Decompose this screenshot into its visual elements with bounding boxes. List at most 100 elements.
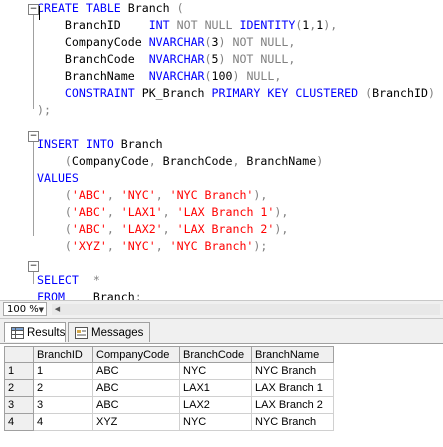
code-token: 'NYC'	[120, 188, 156, 202]
table-cell[interactable]: XYZ	[92, 413, 180, 431]
code-line[interactable]: );	[37, 102, 51, 119]
table-cell[interactable]: 2	[33, 379, 93, 397]
table-cell[interactable]: ABC	[92, 379, 180, 397]
code-line[interactable]: (CompanyCode, BranchCode, BranchName)	[37, 153, 323, 170]
code-token: (	[64, 205, 72, 219]
code-token: 'ABC'	[71, 205, 107, 219]
col-header-branchname[interactable]: BranchName	[251, 346, 334, 363]
code-line[interactable]: ('ABC', 'LAX2', 'LAX Branch 2'),	[37, 221, 288, 238]
code-token: INSERT	[37, 137, 79, 151]
table-cell[interactable]: LAX Branch 2	[251, 396, 334, 414]
row-number[interactable]: 1	[4, 362, 34, 380]
code-token: *	[92, 273, 100, 287]
code-token: KEY	[267, 86, 289, 100]
code-line[interactable]: CompanyCode NVARCHAR(3) NOT NULL,	[37, 34, 295, 51]
table-cell[interactable]: NYC	[179, 362, 252, 380]
code-token: 'LAX2'	[120, 222, 163, 236]
col-header-branchcode[interactable]: BranchCode	[179, 346, 252, 363]
row-number[interactable]: 2	[4, 379, 34, 397]
grid-icon	[11, 327, 24, 339]
code-token: ),	[274, 222, 289, 236]
zoom-value: 100 %	[7, 304, 39, 315]
code-token: TABLE	[85, 1, 121, 15]
table-cell[interactable]: ABC	[92, 396, 180, 414]
code-token: CREATE	[37, 1, 79, 15]
table-cell[interactable]: LAX1	[179, 379, 252, 397]
table-cell[interactable]: ABC	[92, 362, 180, 380]
code-token: BranchID	[37, 18, 149, 32]
code-token: ,	[155, 188, 163, 202]
row-number[interactable]: 3	[4, 396, 34, 414]
table-cell[interactable]: 4	[33, 413, 93, 431]
tab-messages[interactable]: Messages	[68, 322, 150, 342]
table-row[interactable]: 3 3 ABC LAX2 LAX Branch 2	[4, 396, 334, 414]
code-token: BranchName	[239, 154, 317, 168]
code-token: ,	[106, 188, 114, 202]
code-line[interactable]: CONSTRAINT PK_Branch PRIMARY KEY CLUSTER…	[37, 85, 435, 102]
code-token: NOT	[232, 35, 254, 49]
code-line[interactable]: CREATE TABLE Branch (	[37, 0, 184, 17]
fold-guide	[33, 15, 34, 109]
code-token: BranchID	[372, 86, 428, 100]
code-line[interactable]: ('XYZ', 'NYC', 'NYC Branch');	[37, 238, 267, 255]
code-token: (	[204, 52, 212, 66]
code-token: ,	[162, 222, 170, 236]
code-token: ,	[288, 52, 296, 66]
code-line[interactable]: INSERT INTO Branch	[37, 136, 163, 153]
code-token: 'NYC Branch'	[169, 239, 254, 253]
code-line[interactable]: BranchID INT NOT NULL IDENTITY(1,1),	[37, 17, 337, 34]
code-line[interactable]: VALUES	[37, 170, 79, 187]
table-cell[interactable]: LAX2	[179, 396, 252, 414]
table-row[interactable]: 1 1 ABC NYC NYC Branch	[4, 362, 334, 380]
code-token: CLUSTERED	[295, 86, 359, 100]
code-token: NULL	[246, 69, 275, 83]
collapse-select-icon[interactable]: −	[28, 261, 39, 272]
code-line[interactable]: SELECT *	[37, 272, 100, 289]
zoom-dropdown[interactable]: 100 % ▼	[3, 302, 47, 316]
scroll-left-icon[interactable]: ◀	[52, 304, 63, 315]
sql-editor[interactable]: CREATE TABLE Branch ( BranchID INT NOT N…	[0, 0, 443, 304]
code-token: 'LAX1'	[120, 205, 163, 219]
code-line[interactable]: ('ABC', 'NYC', 'NYC Branch'),	[37, 187, 267, 204]
code-token: 'LAX Branch 1'	[176, 205, 275, 219]
table-cell[interactable]: NYC Branch	[251, 413, 334, 431]
collapse-insert-icon[interactable]: −	[28, 131, 39, 142]
header-row: BranchID CompanyCode BranchCode BranchNa…	[4, 346, 334, 363]
tab-results-label: Results	[27, 327, 66, 339]
table-cell[interactable]: LAX Branch 1	[251, 379, 334, 397]
code-token: NULL	[260, 35, 289, 49]
code-token: );	[253, 239, 268, 253]
collapse-create-icon[interactable]: −	[28, 4, 39, 15]
table-cell[interactable]: NYC	[179, 413, 252, 431]
horizontal-scrollbar[interactable]: ◀	[52, 304, 440, 315]
code-token: ,	[162, 205, 170, 219]
table-row[interactable]: 4 4 XYZ NYC NYC Branch	[4, 413, 334, 431]
code-token: 5	[211, 52, 219, 66]
table-cell[interactable]: 1	[33, 362, 93, 380]
code-token: 'NYC'	[120, 239, 156, 253]
tab-results[interactable]: Results	[4, 322, 66, 342]
code-token: NOT	[232, 52, 254, 66]
results-tabstrip: Results Messages	[0, 319, 443, 344]
row-number[interactable]: 4	[4, 413, 34, 431]
col-header-branchid[interactable]: BranchID	[33, 346, 93, 363]
code-line[interactable]: BranchCode NVARCHAR(5) NOT NULL,	[37, 51, 295, 68]
select-all-corner[interactable]	[4, 346, 34, 363]
table-row[interactable]: 2 2 ABC LAX1 LAX Branch 1	[4, 379, 334, 397]
code-token: ,	[288, 35, 296, 49]
code-token: 100	[211, 69, 233, 83]
table-cell[interactable]: 3	[33, 396, 93, 414]
col-header-companycode[interactable]: CompanyCode	[92, 346, 180, 363]
code-line[interactable]: ('ABC', 'LAX1', 'LAX Branch 1'),	[37, 204, 288, 221]
code-token: ),	[274, 205, 289, 219]
table-cell[interactable]: NYC Branch	[251, 362, 334, 380]
code-line[interactable]: BranchName NVARCHAR(100) NULL,	[37, 68, 281, 85]
